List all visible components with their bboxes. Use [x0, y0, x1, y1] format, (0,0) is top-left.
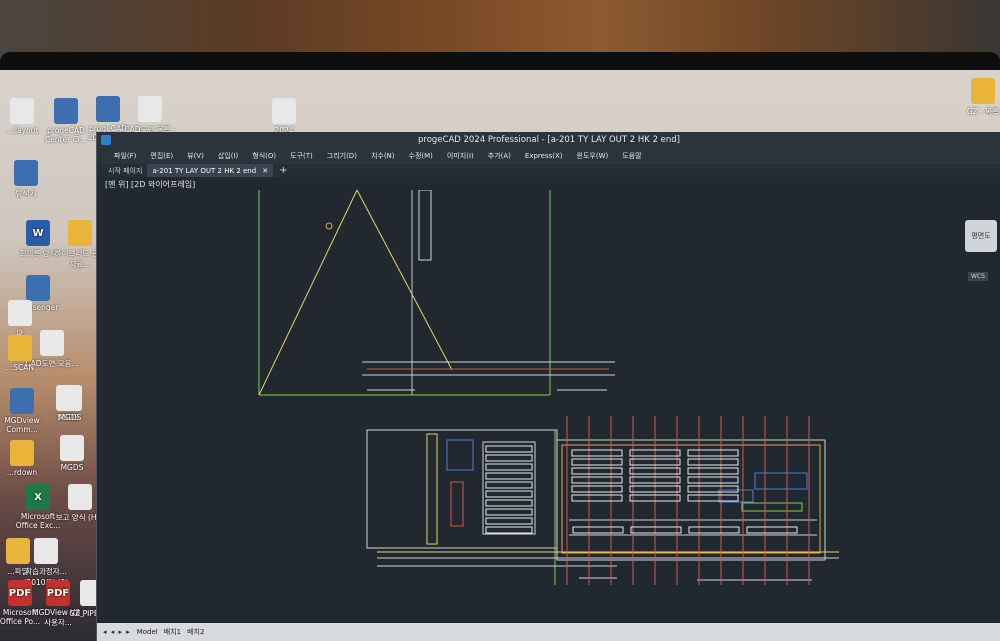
rack-bay [687, 494, 739, 502]
excel-file-icon: X [26, 484, 50, 510]
rack-bay [687, 467, 739, 475]
rack-bay [485, 463, 533, 471]
desktop-icon[interactable]: MGDS [42, 385, 98, 422]
doc-file-icon [68, 484, 92, 510]
desktop-icon-label: MGDS [60, 463, 84, 472]
rack-bay [571, 485, 623, 493]
menu-insert[interactable]: 삽입(I) [211, 151, 245, 161]
desktop-icon[interactable]: 2024 [256, 98, 312, 135]
app-file-icon [54, 98, 78, 124]
doc-file-icon [58, 385, 82, 411]
rack-bay [485, 490, 533, 498]
rack-bay [688, 526, 740, 534]
menu-tools[interactable]: 도구(T) [283, 151, 320, 161]
pdf-file-icon: PDF [8, 580, 32, 606]
folder-file-icon [68, 220, 92, 246]
status-bar: ◂ ◂ ▸ ▸ Model 배치1 배치2 [97, 623, 1000, 641]
app-file-icon [10, 388, 34, 414]
desktop-icon-label: 탐색기 [15, 189, 37, 198]
menu-help[interactable]: 도움말 [615, 151, 648, 161]
menu-view[interactable]: 뷰(V) [180, 151, 211, 161]
menu-window[interactable]: 윈도우(W) [570, 151, 616, 161]
doc-file-icon [272, 98, 296, 124]
rack-bay [485, 499, 533, 507]
tab-layout2[interactable]: 배치2 [187, 627, 204, 637]
menu-draw[interactable]: 그리기(D) [320, 151, 364, 161]
doc-file-icon [10, 98, 34, 124]
layout-nav-arrows[interactable]: ◂ ◂ ▸ ▸ [103, 628, 131, 636]
menu-express[interactable]: Express(X) [518, 152, 570, 160]
document-tabs: 시작 페이지 a-201 TY LAY OUT 2 HK 2 end ✕ + [97, 164, 1000, 177]
menu-dimension[interactable]: 치수(N) [364, 151, 402, 161]
upper-plan [258, 190, 615, 396]
desktop-icon-label: GZ - 목록 [966, 107, 1000, 116]
menu-add[interactable]: 추가(A) [481, 151, 518, 161]
tab-model[interactable]: Model [137, 628, 158, 636]
rack-bay [485, 517, 533, 525]
desktop-icon[interactable]: ...rdown [0, 440, 50, 477]
rack-bay [687, 476, 739, 484]
lower-plan [366, 429, 839, 585]
rack-bay [485, 454, 533, 462]
close-icon[interactable]: ✕ [262, 167, 268, 175]
word-file-icon: W [26, 220, 50, 246]
desktop-icon[interactable]: 탐색기 [0, 160, 54, 199]
menu-format[interactable]: 형식(O) [245, 151, 283, 161]
rack-bay [687, 485, 739, 493]
rack-bay [485, 481, 533, 489]
rack-bay [687, 449, 739, 457]
window-title: progeCAD 2024 Professional - [a-201 TY L… [417, 135, 681, 145]
desktop-icon-label: ...SCAN [6, 363, 34, 372]
tab-label: a-201 TY LAY OUT 2 HK 2 end [152, 166, 257, 175]
app-file-icon [96, 96, 120, 122]
doc-file-icon [34, 538, 58, 564]
rack-bay [630, 526, 682, 534]
wcs-label[interactable]: WCS [968, 272, 988, 281]
progecad-logo-icon [101, 135, 111, 145]
rack-bay [485, 472, 533, 480]
desktop-icon[interactable]: GZ - 목록 [955, 78, 1000, 117]
menu-modify[interactable]: 수정(M) [402, 151, 440, 161]
rack-bay [571, 449, 623, 457]
desk-background [0, 0, 1000, 60]
rack-bay [571, 467, 623, 475]
menu-edit[interactable]: 편집(E) [143, 151, 180, 161]
menu-file[interactable]: 파일(F) [107, 151, 143, 161]
tab-label: 시작 페이지 [108, 166, 143, 175]
rack-bay [485, 526, 533, 534]
doc-file-icon [8, 300, 32, 326]
cad-drawing-canvas[interactable] [97, 190, 1000, 622]
folder-file-icon [971, 78, 995, 104]
desktop-icon[interactable]: ...SCAN [0, 335, 48, 372]
rack-bay [687, 458, 739, 466]
menu-image[interactable]: 이미지(I) [440, 151, 481, 161]
title-bar[interactable]: progeCAD 2024 Professional - [a-201 TY L… [97, 132, 1000, 148]
tab-start-page[interactable]: 시작 페이지 [103, 164, 147, 177]
doc-file-icon [60, 435, 84, 461]
desktop-screen: ...ilayout progeCAD Center Cl... progeCAD … [0, 70, 1000, 641]
rack-bay [572, 526, 624, 534]
rack-bay [746, 526, 798, 534]
rack-bay [571, 458, 623, 466]
rack-bay [571, 476, 623, 484]
desktop-icon-label: MGDS [58, 413, 82, 422]
app-file-icon [26, 275, 50, 301]
rack-bay [571, 494, 623, 502]
viewport-label[interactable]: [맨 위] [2D 와이어프레임] [105, 179, 195, 190]
rack-bay [485, 445, 533, 453]
folder-file-icon [10, 440, 34, 466]
desktop-icon[interactable]: MGDS [44, 435, 100, 472]
desktop-icon-label: ...rdown [6, 468, 38, 477]
folder-file-icon [8, 335, 32, 361]
progecad-window[interactable]: progeCAD 2024 Professional - [a-201 TY L… [96, 132, 1000, 641]
menu-bar: 파일(F) 편집(E) 뷰(V) 삽입(I) 형식(O) 도구(T) 그리기(D… [97, 148, 1000, 164]
new-tab-icon[interactable]: + [279, 165, 287, 176]
navigation-cube[interactable]: 평면도 [965, 220, 997, 252]
rack-bay [485, 508, 533, 516]
doc-file-icon [138, 96, 162, 122]
app-file-icon [14, 160, 38, 186]
tab-layout1[interactable]: 배치1 [164, 627, 181, 637]
tab-drawing[interactable]: a-201 TY LAY OUT 2 HK 2 end ✕ [147, 164, 274, 177]
